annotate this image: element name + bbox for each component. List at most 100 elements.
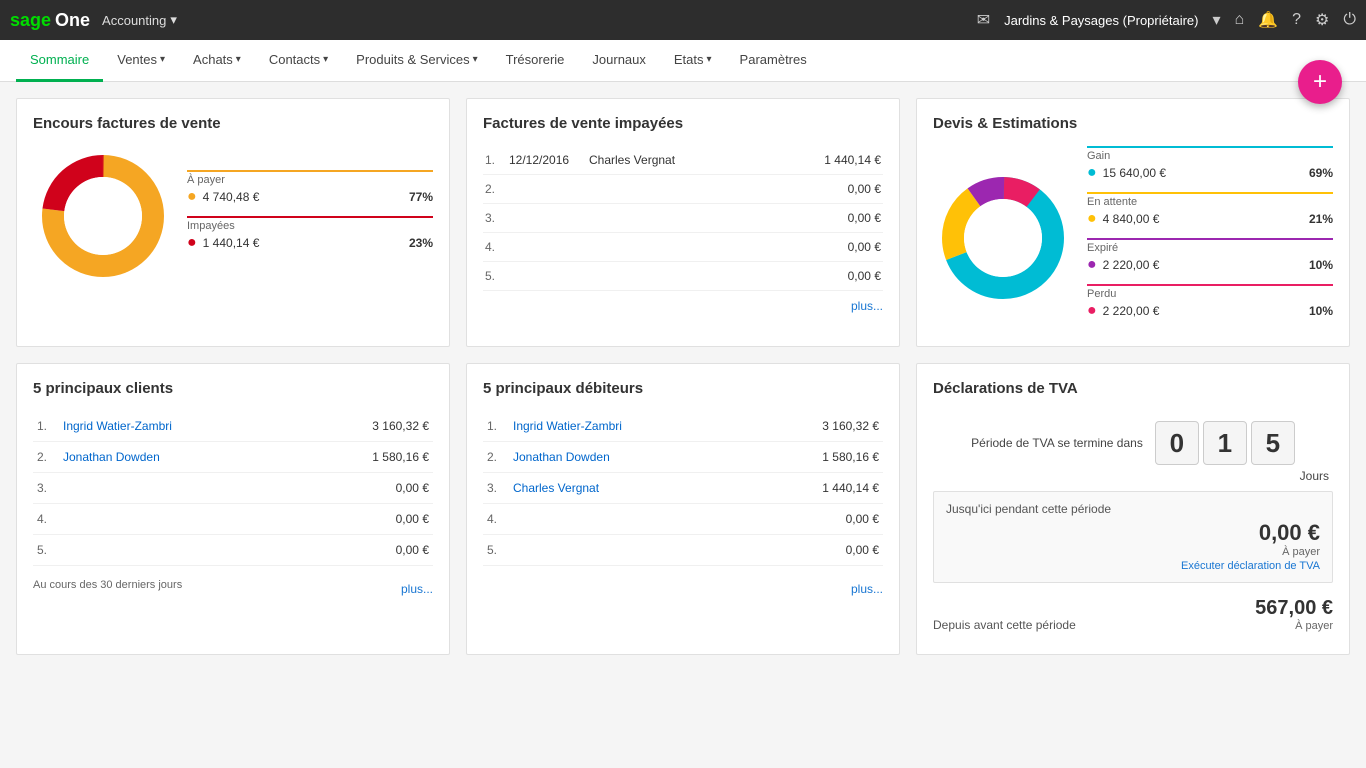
chevron-down-icon[interactable]: ▾ bbox=[1212, 10, 1220, 30]
devis-value-perdu: 2 220,00 € bbox=[1103, 304, 1303, 318]
devis-dot-attente: ● bbox=[1087, 210, 1097, 228]
nav-label-achats: Achats bbox=[193, 52, 233, 67]
debiteur-num-3: 3. bbox=[487, 481, 513, 495]
client-name-1[interactable]: Ingrid Watier-Zambri bbox=[63, 419, 372, 433]
devis-pct-attente: 21% bbox=[1309, 212, 1333, 226]
tva-depuis-sublabel: À payer bbox=[1255, 620, 1333, 632]
nav-label-contacts: Contacts bbox=[269, 52, 320, 67]
tva-card: Déclarations de TVA Période de TVA se te… bbox=[916, 363, 1350, 655]
debiteur-row-1: 1. Ingrid Watier-Zambri 3 160,32 € bbox=[483, 411, 883, 442]
encours-chart-area: À payer ● 4 740,48 € 77% Impayées ● 1 44… bbox=[33, 146, 433, 286]
debiteurs-table: 1. Ingrid Watier-Zambri 3 160,32 € 2. Jo… bbox=[483, 411, 883, 566]
debiteur-num-5: 5. bbox=[487, 543, 513, 557]
devis-chart-area: Gain ● 15 640,00 € 69% En attente ● 4 84… bbox=[933, 146, 1333, 330]
encours-title: Encours factures de vente bbox=[33, 115, 433, 132]
nav-label-tresorerie: Trésorerie bbox=[506, 52, 565, 67]
devis-dot-gain: ● bbox=[1087, 164, 1097, 182]
logo-sage: sage bbox=[10, 10, 51, 31]
client-num-4: 4. bbox=[37, 512, 63, 526]
invoice-amount-5: 0,00 € bbox=[848, 269, 881, 283]
nav-label-parametres: Paramètres bbox=[740, 52, 807, 67]
secondary-navigation: Sommaire Ventes ▾ Achats ▾ Contacts ▾ Pr… bbox=[0, 40, 1366, 82]
legend-item-impayees: Impayées ● 1 440,14 € 23% bbox=[187, 216, 433, 252]
accounting-label: Accounting bbox=[102, 13, 166, 28]
tva-exec-link[interactable]: Exécuter déclaration de TVA bbox=[946, 560, 1320, 572]
tva-title: Déclarations de TVA bbox=[933, 380, 1333, 397]
encours-legend: À payer ● 4 740,48 € 77% Impayées ● 1 44… bbox=[187, 170, 433, 262]
nav-item-parametres[interactable]: Paramètres bbox=[726, 40, 821, 82]
legend-dot-apayer: ● bbox=[187, 188, 197, 206]
factures-impayees-title: Factures de vente impayées bbox=[483, 115, 883, 132]
encours-donut bbox=[33, 146, 173, 286]
top-nav-right: ✉ Jardins & Paysages (Propriétaire) ▾ ⌂ … bbox=[977, 10, 1356, 30]
client-amount-2: 1 580,16 € bbox=[372, 450, 429, 464]
clients-footer: Au cours des 30 derniers jours plus... bbox=[33, 574, 433, 596]
invoice-row-1: 1. 12/12/2016 Charles Vergnat 1 440,14 € bbox=[483, 146, 883, 175]
invoice-num-5: 5. bbox=[485, 269, 509, 283]
logo-one: One bbox=[55, 10, 90, 31]
devis-legend-attente: En attente ● 4 840,00 € 21% bbox=[1087, 192, 1333, 228]
fab-add-button[interactable]: + bbox=[1298, 60, 1342, 104]
devis-card: Devis & Estimations Gain bbox=[916, 98, 1350, 347]
client-num-3: 3. bbox=[37, 481, 63, 495]
nav-item-tresorerie[interactable]: Trésorerie bbox=[492, 40, 579, 82]
signout-icon[interactable]: ⏻ bbox=[1343, 11, 1356, 29]
etats-chevron-icon: ▾ bbox=[707, 54, 712, 65]
debiteur-name-3[interactable]: Charles Vergnat bbox=[513, 481, 822, 495]
debiteur-row-4: 4. 0,00 € bbox=[483, 504, 883, 535]
client-row-2: 2. Jonathan Dowden 1 580,16 € bbox=[33, 442, 433, 473]
home-icon[interactable]: ⌂ bbox=[1235, 11, 1245, 29]
invoice-row-3: 3. 0,00 € bbox=[483, 204, 883, 233]
nav-item-etats[interactable]: Etats ▾ bbox=[660, 40, 726, 82]
nav-item-ventes[interactable]: Ventes ▾ bbox=[103, 40, 179, 82]
debiteur-row-2: 2. Jonathan Dowden 1 580,16 € bbox=[483, 442, 883, 473]
bell-icon[interactable]: 🔔 bbox=[1258, 10, 1278, 30]
devis-value-gain: 15 640,00 € bbox=[1103, 166, 1303, 180]
nav-item-achats[interactable]: Achats ▾ bbox=[179, 40, 255, 82]
accounting-menu[interactable]: Accounting ▾ bbox=[102, 12, 177, 28]
clients-table: 1. Ingrid Watier-Zambri 3 160,32 € 2. Jo… bbox=[33, 411, 433, 566]
legend-value-apayer: 4 740,48 € bbox=[203, 190, 403, 204]
mail-icon[interactable]: ✉ bbox=[977, 10, 990, 30]
debiteur-name-1[interactable]: Ingrid Watier-Zambri bbox=[513, 419, 822, 433]
devis-label-perdu: Perdu bbox=[1087, 284, 1333, 300]
tva-countdown: Période de TVA se termine dans 0 1 5 bbox=[933, 411, 1333, 469]
invoice-date-1: 12/12/2016 bbox=[509, 153, 589, 167]
nav-item-sommaire[interactable]: Sommaire bbox=[16, 40, 103, 82]
client-amount-3: 0,00 € bbox=[396, 481, 429, 495]
devis-legend-perdu: Perdu ● 2 220,00 € 10% bbox=[1087, 284, 1333, 320]
tva-period-sublabel: À payer bbox=[946, 546, 1320, 558]
debiteur-num-4: 4. bbox=[487, 512, 513, 526]
devis-value-expire: 2 220,00 € bbox=[1103, 258, 1303, 272]
nav-item-journaux[interactable]: Journaux bbox=[578, 40, 659, 82]
company-name[interactable]: Jardins & Paysages (Propriétaire) bbox=[1004, 13, 1198, 28]
invoice-name-1: Charles Vergnat bbox=[589, 153, 824, 167]
encours-card: Encours factures de vente À payer ● bbox=[16, 98, 450, 347]
produits-chevron-icon: ▾ bbox=[473, 54, 478, 65]
nav-item-produits[interactable]: Produits & Services ▾ bbox=[342, 40, 491, 82]
client-row-5: 5. 0,00 € bbox=[33, 535, 433, 566]
client-name-2[interactable]: Jonathan Dowden bbox=[63, 450, 372, 464]
tva-digit-2: 5 bbox=[1251, 421, 1295, 465]
tva-period-box: Jusqu'ici pendant cette période 0,00 € À… bbox=[933, 491, 1333, 583]
devis-label-gain: Gain bbox=[1087, 146, 1333, 162]
accounting-chevron-icon: ▾ bbox=[170, 12, 177, 28]
logo: sage One bbox=[10, 10, 90, 31]
clients-footer-label: Au cours des 30 derniers jours bbox=[33, 579, 182, 591]
achats-chevron-icon: ▾ bbox=[236, 54, 241, 65]
tva-period-amount: 0,00 € bbox=[946, 520, 1320, 546]
debiteur-name-2[interactable]: Jonathan Dowden bbox=[513, 450, 822, 464]
legend-value-impayees: 1 440,14 € bbox=[203, 236, 403, 250]
devis-label-attente: En attente bbox=[1087, 192, 1333, 208]
clients-plus-link[interactable]: plus... bbox=[401, 582, 433, 596]
nav-item-contacts[interactable]: Contacts ▾ bbox=[255, 40, 342, 82]
debiteurs-plus-link[interactable]: plus... bbox=[851, 582, 883, 596]
debiteur-row-3: 3. Charles Vergnat 1 440,14 € bbox=[483, 473, 883, 504]
gear-icon[interactable]: ⚙ bbox=[1315, 10, 1329, 30]
debiteurs-title: 5 principaux débiteurs bbox=[483, 380, 883, 397]
tva-depuis: Depuis avant cette période 567,00 € À pa… bbox=[933, 591, 1333, 638]
help-icon[interactable]: ? bbox=[1292, 11, 1301, 29]
factures-impayees-plus-link[interactable]: plus... bbox=[483, 299, 883, 313]
clients-card: 5 principaux clients 1. Ingrid Watier-Za… bbox=[16, 363, 450, 655]
contacts-chevron-icon: ▾ bbox=[323, 54, 328, 65]
